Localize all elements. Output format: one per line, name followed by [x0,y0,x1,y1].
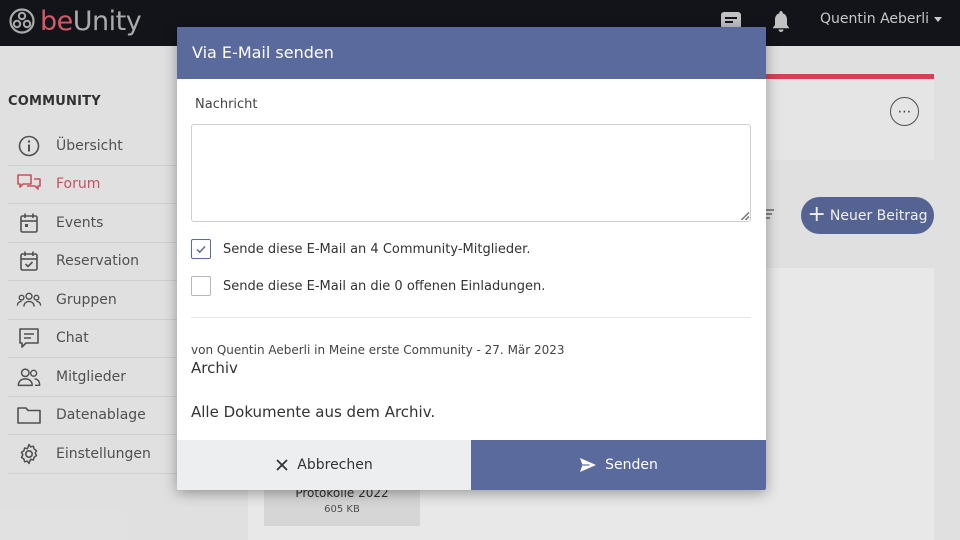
divider [191,317,751,318]
send-email-modal: Via E-Mail senden Nachricht Sende diese … [177,27,766,490]
members-checkbox[interactable] [191,239,211,259]
post-meta: von Quentin Aeberli in Meine erste Commu… [191,343,565,357]
invites-checkbox-label: Sende diese E-Mail an die 0 offenen Einl… [223,278,546,294]
modal-title: Via E-Mail senden [192,43,334,62]
resize-grip-icon[interactable] [740,211,749,220]
close-icon [276,459,288,471]
send-button[interactable]: Senden [471,440,766,490]
members-checkbox-row[interactable]: Sende diese E-Mail an 4 Community-Mitgli… [191,239,530,259]
invites-checkbox[interactable] [191,276,211,296]
cancel-button[interactable]: Abbrechen [177,440,471,490]
post-body: Alle Dokumente aus dem Archiv. [191,403,436,421]
invites-checkbox-row[interactable]: Sende diese E-Mail an die 0 offenen Einl… [191,276,545,296]
check-icon [196,245,206,254]
message-input[interactable] [191,124,751,222]
message-label: Nachricht [195,97,258,112]
modal-header: Via E-Mail senden [177,27,766,79]
send-icon [580,458,597,472]
members-checkbox-label: Sende diese E-Mail an 4 Community-Mitgli… [223,241,531,257]
post-title: Archiv [191,359,238,377]
modal-footer: Abbrechen Senden [177,440,766,490]
